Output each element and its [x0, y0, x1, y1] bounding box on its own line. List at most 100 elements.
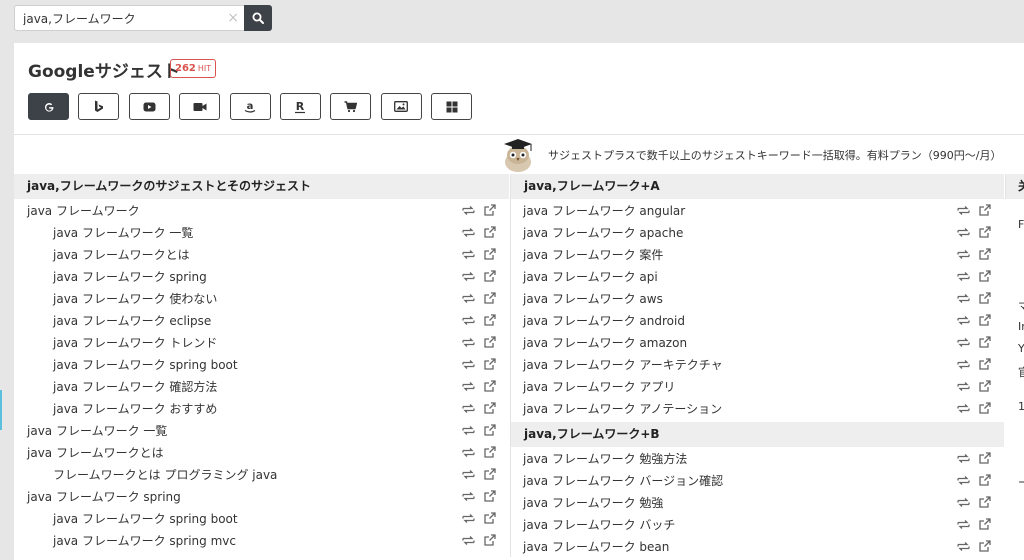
repeat-icon[interactable]	[461, 401, 475, 415]
suggest-row[interactable]: java フレームワーク アノテーション	[511, 397, 1004, 419]
suggest-keyword[interactable]: java フレームワーク api	[511, 268, 658, 285]
repeat-icon[interactable]	[956, 357, 970, 371]
external-link-icon[interactable]	[483, 423, 497, 437]
repeat-icon[interactable]	[461, 225, 475, 239]
suggest-row[interactable]: java フレームワーク api	[511, 265, 1004, 287]
suggest-keyword[interactable]: java フレームワーク spring boot	[14, 510, 238, 527]
suggest-keyword[interactable]: java フレームワーク おすすめ	[14, 400, 217, 417]
repeat-icon[interactable]	[461, 247, 475, 261]
suggest-row[interactable]: java フレームワーク 一覧	[14, 419, 509, 441]
repeat-icon[interactable]	[461, 291, 475, 305]
repeat-icon[interactable]	[461, 423, 475, 437]
suggest-keyword[interactable]: java フレームワーク spring mvc	[14, 532, 236, 549]
suggest-keyword[interactable]: java フレームワーク 一覧	[14, 422, 167, 439]
repeat-icon[interactable]	[461, 533, 475, 547]
suggest-row[interactable]: java フレームワーク	[14, 199, 509, 221]
repeat-icon[interactable]	[956, 379, 970, 393]
repeat-icon[interactable]	[461, 313, 475, 327]
suggest-row[interactable]: java フレームワーク トレンド	[14, 331, 509, 353]
suggest-keyword[interactable]: java フレームワーク spring	[14, 268, 207, 285]
engine-video-button[interactable]	[179, 93, 221, 120]
external-link-icon[interactable]	[483, 511, 497, 525]
suggest-keyword[interactable]: java フレームワークとは	[14, 246, 190, 263]
repeat-icon[interactable]	[461, 511, 475, 525]
suggest-keyword[interactable]: java フレームワーク アプリ	[511, 378, 675, 395]
repeat-icon[interactable]	[461, 445, 475, 459]
external-link-icon[interactable]	[483, 533, 497, 547]
clear-icon[interactable]: ×	[227, 10, 239, 26]
suggest-row[interactable]: java フレームワーク eclipse	[14, 309, 509, 331]
external-link-icon[interactable]	[483, 467, 497, 481]
external-link-icon[interactable]	[483, 357, 497, 371]
suggest-keyword[interactable]: java フレームワーク バッチ	[511, 516, 675, 533]
suggest-row[interactable]: java フレームワーク apache	[511, 221, 1004, 243]
search-input[interactable]	[23, 11, 213, 25]
suggest-row[interactable]: java フレームワーク 一覧	[14, 221, 509, 243]
suggest-keyword[interactable]: java フレームワーク android	[511, 312, 685, 329]
suggest-row[interactable]: java フレームワーク 勉強方法	[511, 447, 1004, 469]
engine-bing-button[interactable]	[78, 93, 120, 120]
suggest-keyword[interactable]: java フレームワーク spring boot	[14, 356, 238, 373]
external-link-icon[interactable]	[483, 401, 497, 415]
suggest-row[interactable]: java フレームワーク おすすめ	[14, 397, 509, 419]
external-link-icon[interactable]	[483, 379, 497, 393]
suggest-keyword[interactable]: java フレームワーク aws	[511, 290, 663, 307]
external-link-icon[interactable]	[483, 335, 497, 349]
external-link-icon[interactable]	[483, 489, 497, 503]
external-link-icon[interactable]	[978, 269, 992, 283]
suggest-row[interactable]: java フレームワーク 使わない	[14, 287, 509, 309]
external-link-icon[interactable]	[483, 225, 497, 239]
repeat-icon[interactable]	[461, 467, 475, 481]
repeat-icon[interactable]	[956, 247, 970, 261]
engine-apps-button[interactable]	[431, 93, 473, 120]
suggest-row[interactable]: java フレームワークとは	[14, 441, 509, 463]
repeat-icon[interactable]	[461, 357, 475, 371]
external-link-icon[interactable]	[483, 291, 497, 305]
repeat-icon[interactable]	[461, 269, 475, 283]
external-link-icon[interactable]	[978, 203, 992, 217]
suggest-keyword[interactable]: フレームワークとは プログラミング java	[14, 466, 277, 483]
suggest-row[interactable]: java フレームワーク spring mvc	[14, 529, 509, 551]
suggest-keyword[interactable]: java フレームワーク 確認方法	[14, 378, 217, 395]
suggest-keyword[interactable]: java フレームワーク 勉強方法	[511, 450, 687, 467]
external-link-icon[interactable]	[978, 401, 992, 415]
external-link-icon[interactable]	[483, 203, 497, 217]
suggest-keyword[interactable]: java フレームワーク アノテーション	[511, 400, 722, 417]
external-link-icon[interactable]	[978, 291, 992, 305]
suggest-keyword[interactable]: java フレームワークとは	[14, 444, 164, 461]
external-link-icon[interactable]	[978, 379, 992, 393]
external-link-icon[interactable]	[483, 247, 497, 261]
suggest-keyword[interactable]: java フレームワーク 案件	[511, 246, 663, 263]
suggest-row[interactable]: java フレームワーク spring	[14, 265, 509, 287]
engine-google-button[interactable]	[28, 93, 69, 120]
suggest-row[interactable]: java フレームワーク バッチ	[511, 513, 1004, 535]
suggest-row[interactable]: java フレームワーク angular	[511, 199, 1004, 221]
external-link-icon[interactable]	[978, 313, 992, 327]
external-link-icon[interactable]	[978, 517, 992, 531]
external-link-icon[interactable]	[978, 335, 992, 349]
repeat-icon[interactable]	[956, 495, 970, 509]
repeat-icon[interactable]	[956, 401, 970, 415]
external-link-icon[interactable]	[483, 445, 497, 459]
suggest-keyword[interactable]: java フレームワーク apache	[511, 224, 683, 241]
repeat-icon[interactable]	[461, 379, 475, 393]
repeat-icon[interactable]	[956, 225, 970, 239]
suggest-row[interactable]: java フレームワーク バージョン確認	[511, 469, 1004, 491]
engine-image-button[interactable]	[380, 93, 422, 120]
engine-shopping-button[interactable]	[330, 93, 372, 120]
suggest-row[interactable]: java フレームワーク アーキテクチャ	[511, 353, 1004, 375]
repeat-icon[interactable]	[956, 539, 970, 553]
repeat-icon[interactable]	[956, 313, 970, 327]
suggest-row[interactable]: java フレームワーク 案件	[511, 243, 1004, 265]
engine-youtube-button[interactable]	[128, 93, 170, 120]
repeat-icon[interactable]	[956, 517, 970, 531]
suggest-keyword[interactable]: java フレームワーク 勉強	[511, 494, 663, 511]
suggest-row[interactable]: java フレームワーク spring boot	[14, 353, 509, 375]
suggest-keyword[interactable]: java フレームワーク eclipse	[14, 312, 211, 329]
external-link-icon[interactable]	[978, 247, 992, 261]
promo-banner[interactable]: サジェストプラスで数千以上のサジェストキーワード一括取得。有料プラン（990円〜…	[500, 138, 1001, 172]
suggest-keyword[interactable]: java フレームワーク amazon	[511, 334, 687, 351]
repeat-icon[interactable]	[956, 451, 970, 465]
suggest-keyword[interactable]: java フレームワーク トレンド	[14, 334, 217, 351]
search-field[interactable]: ×	[14, 5, 244, 31]
